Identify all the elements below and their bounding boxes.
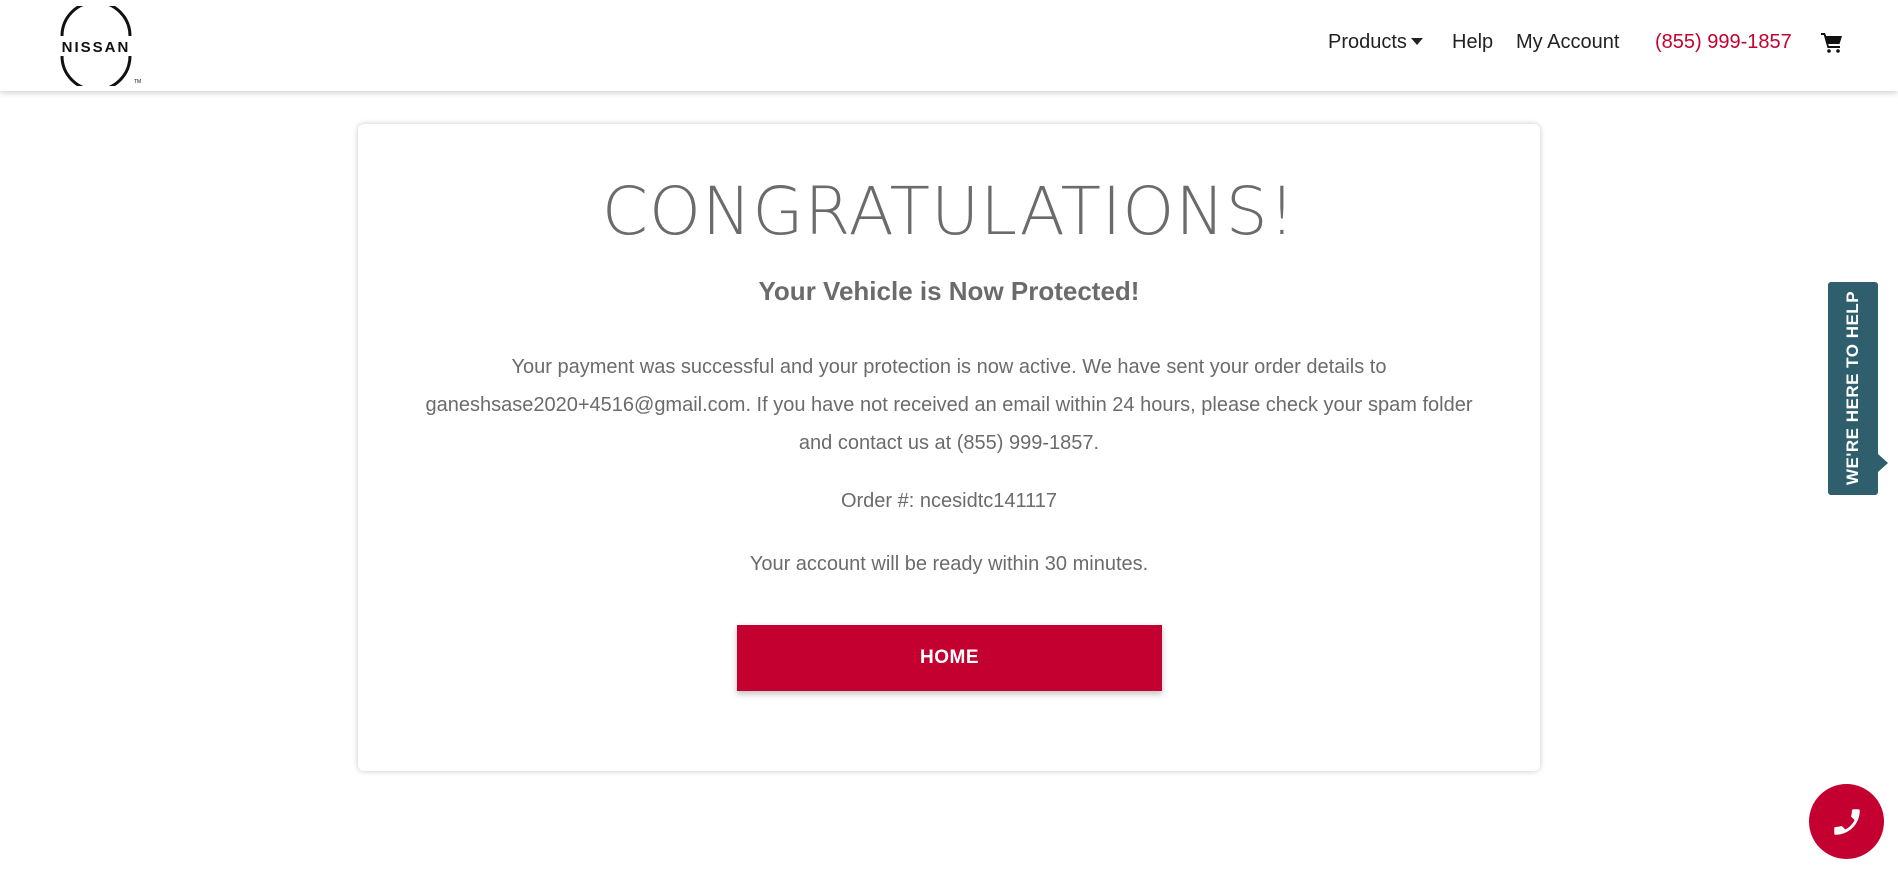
help-tab-label: WE'RE HERE TO HELP: [1843, 290, 1862, 486]
nissan-logo[interactable]: NISSAN TM: [48, 0, 144, 92]
nav-my-account[interactable]: My Account: [1516, 31, 1619, 54]
nav-products[interactable]: Products: [1328, 31, 1423, 54]
confirmation-message: Your payment was successful and your pro…: [425, 356, 1473, 454]
confirmation-subtitle: Your Vehicle is Now Protected!: [758, 276, 1140, 306]
nav-phone-link[interactable]: (855) 999-1857: [1655, 31, 1792, 54]
order-number: Order #: ncesidtc141117: [840, 490, 1058, 512]
caret-down-icon: [1410, 37, 1423, 45]
help-tab-arrow: [1878, 454, 1888, 472]
page-title: CONGRATULATIONS!: [601, 173, 1297, 250]
shopping-cart-icon[interactable]: [1820, 30, 1844, 54]
home-button[interactable]: HOME: [737, 625, 1162, 691]
nav-help[interactable]: Help: [1452, 31, 1493, 54]
svg-text:TM: TM: [134, 79, 141, 85]
logo-wordmark: NISSAN: [62, 39, 131, 56]
help-tab[interactable]: WE'RE HERE TO HELP: [1828, 282, 1888, 495]
nav-products-label: Products: [1328, 31, 1407, 53]
phone-icon: [1834, 809, 1860, 835]
site-header: NISSAN TM Products Help My Account (855)…: [0, 0, 1898, 92]
call-button[interactable]: [1809, 784, 1884, 859]
account-ready-note: Your account will be ready within 30 min…: [749, 553, 1149, 575]
